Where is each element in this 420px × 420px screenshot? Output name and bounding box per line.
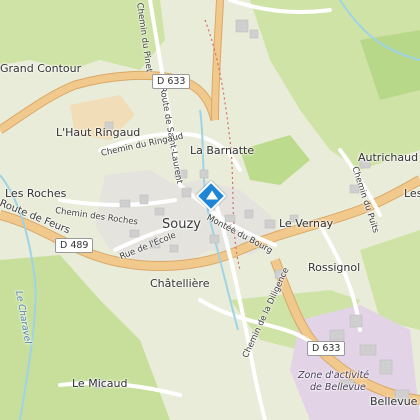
label-la-barnatte: La Barnatte	[190, 144, 255, 157]
label-autrichaud: Autrichaud	[358, 151, 419, 164]
label-souzy: Souzy	[162, 217, 201, 232]
label-zone-bellevue-2: de Bellevue	[310, 382, 366, 393]
road-shield-d633-bottom: D 633	[307, 341, 346, 356]
label-les-partial: Les	[404, 187, 420, 200]
label-bellevue: Bellevue	[370, 395, 418, 408]
road-shield-d489: D 489	[55, 238, 94, 253]
label-le-micaud: Le Micaud	[72, 377, 128, 390]
label-zone-bellevue-1: Zone d'activité	[298, 370, 370, 381]
label-les-roches: Les Roches	[5, 187, 67, 200]
map-view[interactable]: Grand Contour L'Haut Ringaud La Barnatte…	[0, 0, 420, 420]
label-chatelliere: Châtellière	[150, 277, 210, 290]
road-shield-d633-top: D 633	[152, 74, 191, 89]
label-le-vernay: Le Vernay	[279, 217, 334, 230]
label-rossignol: Rossignol	[308, 261, 361, 274]
label-grand-contour: Grand Contour	[0, 62, 82, 75]
label-haut-ringaud: L'Haut Ringaud	[56, 126, 141, 139]
